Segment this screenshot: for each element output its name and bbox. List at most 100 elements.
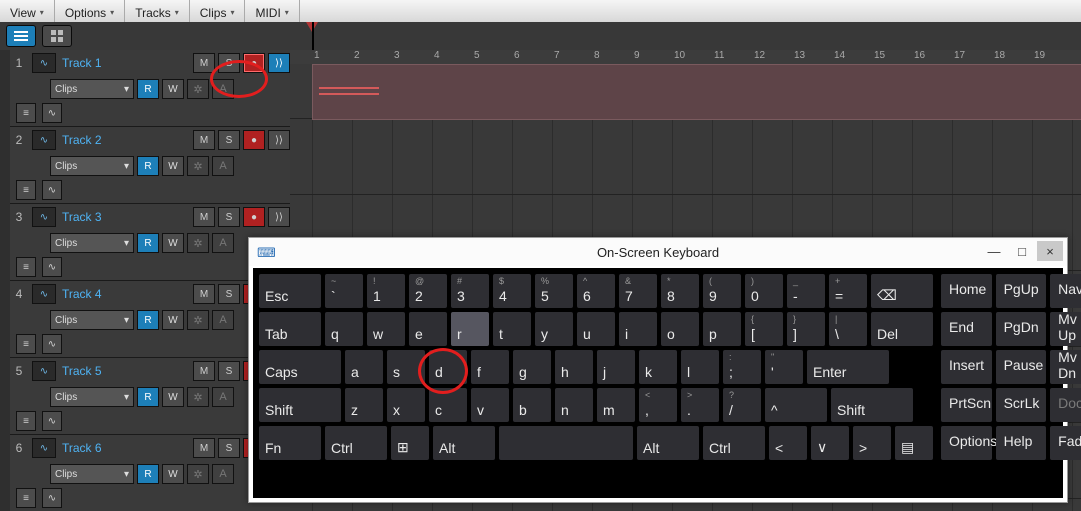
- solo-button[interactable]: S: [218, 130, 240, 150]
- track-expand-button[interactable]: ≡: [16, 103, 36, 123]
- key-[interactable]: >.: [681, 388, 719, 422]
- key-caps[interactable]: Caps: [259, 350, 341, 384]
- clips-dropdown[interactable]: Clips▾: [50, 233, 134, 253]
- view-grid-button[interactable]: [42, 25, 72, 47]
- menu-view[interactable]: View▾: [0, 0, 55, 22]
- key-2[interactable]: @2: [409, 274, 447, 308]
- write-automation-button[interactable]: W: [162, 233, 184, 253]
- key-options[interactable]: Options: [941, 426, 992, 460]
- key-help[interactable]: Help: [996, 426, 1047, 460]
- track-expand-button[interactable]: ≡: [16, 334, 36, 354]
- key-[interactable]: ~`: [325, 274, 363, 308]
- key-4[interactable]: $4: [493, 274, 531, 308]
- key-1[interactable]: !1: [367, 274, 405, 308]
- track1-clip[interactable]: [312, 64, 1081, 120]
- mute-button[interactable]: M: [193, 207, 215, 227]
- waveform-icon[interactable]: ∿: [32, 207, 56, 227]
- waveform-icon[interactable]: ∿: [32, 53, 56, 73]
- archive-button[interactable]: A: [212, 387, 234, 407]
- key-alt[interactable]: Alt: [637, 426, 699, 460]
- key-5[interactable]: %5: [535, 274, 573, 308]
- key-[interactable]: ⊞: [391, 426, 429, 460]
- key-[interactable]: <: [769, 426, 807, 460]
- key-pause[interactable]: Pause: [996, 350, 1047, 384]
- timeline-ruler[interactable]: 12345678910111213141516171819: [290, 50, 1081, 65]
- track-name[interactable]: Track 5: [60, 364, 190, 378]
- mute-button[interactable]: M: [193, 284, 215, 304]
- key-nav[interactable]: Nav: [1050, 274, 1081, 308]
- track-name[interactable]: Track 6: [60, 441, 190, 455]
- key-w[interactable]: w: [367, 312, 405, 346]
- track-settings-button[interactable]: ∿: [42, 334, 62, 354]
- write-automation-button[interactable]: W: [162, 310, 184, 330]
- waveform-icon[interactable]: ∿: [32, 130, 56, 150]
- key-insert[interactable]: Insert: [941, 350, 992, 384]
- fx-slot-button[interactable]: ✲: [187, 464, 209, 484]
- track-expand-button[interactable]: ≡: [16, 257, 36, 277]
- clips-dropdown[interactable]: Clips▾: [50, 156, 134, 176]
- key-7[interactable]: &7: [619, 274, 657, 308]
- solo-button[interactable]: S: [218, 438, 240, 458]
- key-9[interactable]: (9: [703, 274, 741, 308]
- read-automation-button[interactable]: R: [137, 79, 159, 99]
- track-name[interactable]: Track 2: [60, 133, 190, 147]
- write-automation-button[interactable]: W: [162, 387, 184, 407]
- key-enter[interactable]: Enter: [807, 350, 889, 384]
- read-automation-button[interactable]: R: [137, 233, 159, 253]
- mute-button[interactable]: M: [193, 361, 215, 381]
- archive-button[interactable]: A: [212, 310, 234, 330]
- osk-minimize-button[interactable]: —: [981, 241, 1007, 261]
- key-[interactable]: +=: [829, 274, 867, 308]
- key-x[interactable]: x: [387, 388, 425, 422]
- waveform-icon[interactable]: ∿: [32, 361, 56, 381]
- key-[interactable]: ∨: [811, 426, 849, 460]
- key-h[interactable]: h: [555, 350, 593, 384]
- key-[interactable]: |\: [829, 312, 867, 346]
- write-automation-button[interactable]: W: [162, 79, 184, 99]
- track-settings-button[interactable]: ∿: [42, 488, 62, 508]
- menu-options[interactable]: Options▾: [55, 0, 125, 22]
- key-alt[interactable]: Alt: [433, 426, 495, 460]
- key-j[interactable]: j: [597, 350, 635, 384]
- key-ctrl[interactable]: Ctrl: [703, 426, 765, 460]
- key-[interactable]: ▤: [895, 426, 933, 460]
- key-y[interactable]: y: [535, 312, 573, 346]
- solo-button[interactable]: S: [218, 361, 240, 381]
- mute-button[interactable]: M: [193, 438, 215, 458]
- input-echo-button[interactable]: ⟩⟩: [268, 130, 290, 150]
- view-list-button[interactable]: [6, 25, 36, 47]
- key-end[interactable]: End: [941, 312, 992, 346]
- key-3[interactable]: #3: [451, 274, 489, 308]
- osk-maximize-button[interactable]: □: [1009, 241, 1035, 261]
- fx-slot-button[interactable]: ✲: [187, 387, 209, 407]
- menu-tracks[interactable]: Tracks▾: [125, 0, 190, 22]
- waveform-icon[interactable]: ∿: [32, 438, 56, 458]
- key-u[interactable]: u: [577, 312, 615, 346]
- track-settings-button[interactable]: ∿: [42, 411, 62, 431]
- key-b[interactable]: b: [513, 388, 551, 422]
- key-[interactable]: >: [853, 426, 891, 460]
- key-mvup[interactable]: Mv Up: [1050, 312, 1081, 346]
- osk-titlebar[interactable]: ⌨ On-Screen Keyboard — □ ×: [249, 238, 1067, 266]
- key-fn[interactable]: Fn: [259, 426, 321, 460]
- track-name[interactable]: Track 3: [60, 210, 190, 224]
- key-pgdn[interactable]: PgDn: [996, 312, 1047, 346]
- key-v[interactable]: v: [471, 388, 509, 422]
- key-[interactable]: :;: [723, 350, 761, 384]
- key-r[interactable]: r: [451, 312, 489, 346]
- key-[interactable]: }]: [787, 312, 825, 346]
- key-f[interactable]: f: [471, 350, 509, 384]
- track-expand-button[interactable]: ≡: [16, 180, 36, 200]
- key-pgup[interactable]: PgUp: [996, 274, 1047, 308]
- waveform-icon[interactable]: ∿: [32, 284, 56, 304]
- key-dock[interactable]: Dock: [1050, 388, 1081, 422]
- key-g[interactable]: g: [513, 350, 551, 384]
- key-a[interactable]: a: [345, 350, 383, 384]
- record-arm-button[interactable]: ●: [243, 130, 265, 150]
- key-ctrl[interactable]: Ctrl: [325, 426, 387, 460]
- key-scrlk[interactable]: ScrLk: [996, 388, 1047, 422]
- track-settings-button[interactable]: ∿: [42, 257, 62, 277]
- key-del[interactable]: Del: [871, 312, 933, 346]
- key-[interactable]: {[: [745, 312, 783, 346]
- fx-slot-button[interactable]: ✲: [187, 79, 209, 99]
